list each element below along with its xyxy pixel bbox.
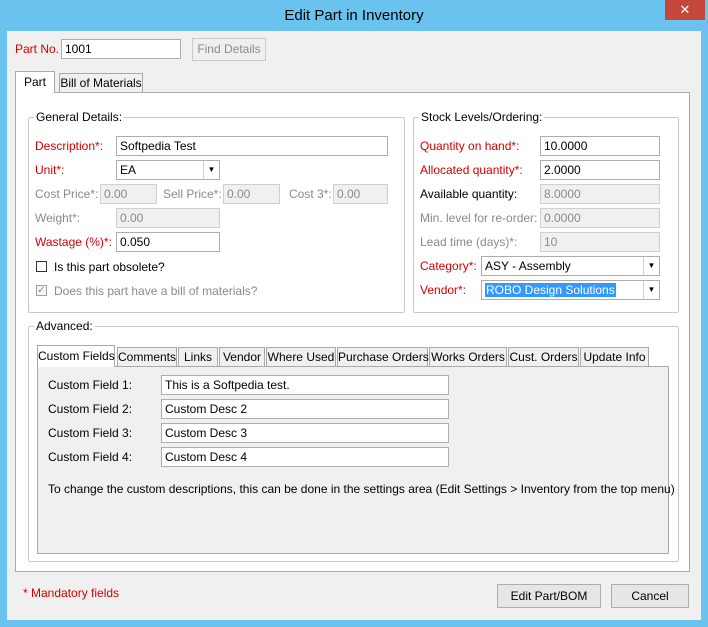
- part-no-label: Part No.: [15, 42, 60, 56]
- available-qty-label: Available quantity:: [420, 187, 518, 201]
- check-icon: ✓: [37, 285, 46, 296]
- custom-fields-panel: Custom Field 1: This is a Softpedia test…: [37, 366, 675, 554]
- sell-price-label: Sell Price*:: [163, 187, 222, 201]
- custom-field-label: Custom Field 3:: [48, 426, 133, 440]
- allocated-qty-input[interactable]: 2.0000: [540, 160, 660, 180]
- available-qty-input[interactable]: 8.0000: [540, 184, 660, 204]
- sell-price-input[interactable]: 0.00: [223, 184, 280, 204]
- qty-on-hand-input[interactable]: 10.0000: [540, 136, 660, 156]
- custom-field-label: Custom Field 1:: [48, 378, 133, 392]
- advanced-legend: Advanced:: [34, 319, 95, 333]
- category-label: Category*:: [420, 259, 477, 273]
- custom-field-input[interactable]: Custom Desc 3: [161, 423, 449, 443]
- close-button[interactable]: ✕: [665, 0, 705, 20]
- close-icon: ✕: [679, 2, 691, 17]
- tab-works-orders[interactable]: Works Orders: [429, 347, 507, 367]
- find-details-button[interactable]: Find Details: [192, 38, 266, 61]
- unit-value: EA: [120, 163, 137, 177]
- dialog-body: Part No. 1001 Find Details Part Bill of …: [7, 31, 701, 620]
- cost-price-input[interactable]: 0.00: [100, 184, 157, 204]
- bom-label: Does this part have a bill of materials?: [54, 284, 258, 298]
- stock-levels-legend: Stock Levels/Ordering:: [419, 110, 545, 124]
- tab-part[interactable]: Part: [15, 71, 55, 93]
- custom-field-input[interactable]: Custom Desc 2: [161, 399, 449, 419]
- custom-field-input[interactable]: This is a Softpedia test.: [161, 375, 449, 395]
- description-label: Description*:: [35, 139, 104, 153]
- general-details-legend: General Details:: [34, 110, 125, 124]
- edit-part-window: Edit Part in Inventory ✕ Part No. 1001 F…: [0, 0, 708, 627]
- tab-links[interactable]: Links: [178, 347, 218, 367]
- tab-purchase-orders[interactable]: Purchase Orders: [337, 347, 429, 367]
- allocated-qty-label: Allocated quantity*:: [420, 163, 523, 177]
- weight-input[interactable]: 0.00: [116, 208, 220, 228]
- cost-price-label: Cost Price*:: [35, 187, 99, 201]
- cancel-button[interactable]: Cancel: [611, 584, 689, 608]
- qty-on-hand-label: Quantity on hand*:: [420, 139, 520, 153]
- custom-field-input[interactable]: Custom Desc 4: [161, 447, 449, 467]
- category-select[interactable]: ASY - Assembly ▼: [481, 256, 660, 276]
- custom-field-label: Custom Field 2:: [48, 402, 133, 416]
- category-value: ASY - Assembly: [485, 259, 571, 273]
- tab-vendor[interactable]: Vendor: [219, 347, 265, 367]
- bom-checkbox[interactable]: ✓: [36, 285, 47, 296]
- tab-comments[interactable]: Comments: [117, 347, 177, 367]
- obsolete-label: Is this part obsolete?: [54, 260, 165, 274]
- unit-label: Unit*:: [35, 163, 65, 177]
- weight-label: Weight*:: [35, 211, 81, 225]
- custom-fields-note: To change the custom descriptions, this …: [48, 482, 675, 496]
- mandatory-note: * Mandatory fields: [23, 586, 120, 600]
- min-level-label: Min. level for re-order:: [420, 211, 538, 225]
- cost3-label: Cost 3*:: [289, 187, 332, 201]
- vendor-select[interactable]: ROBO Design Solutions ▼: [481, 280, 660, 300]
- title-bar[interactable]: Edit Part in Inventory ✕: [0, 0, 708, 32]
- cost3-input[interactable]: 0.00: [333, 184, 388, 204]
- lead-time-input[interactable]: 10: [540, 232, 660, 252]
- tab-update-info[interactable]: Update Info: [580, 347, 649, 367]
- chevron-down-icon[interactable]: ▼: [643, 281, 659, 299]
- tab-bill-of-materials[interactable]: Bill of Materials: [59, 73, 143, 93]
- obsolete-checkbox[interactable]: [36, 261, 47, 272]
- tab-cust-orders[interactable]: Cust. Orders: [508, 347, 579, 367]
- wastage-label: Wastage (%)*:: [35, 235, 112, 249]
- vendor-value: ROBO Design Solutions: [485, 283, 616, 297]
- unit-select[interactable]: EA ▼: [116, 160, 220, 180]
- part-tab-panel: General Details: Description*: Softpedia…: [15, 92, 690, 572]
- part-no-input[interactable]: 1001: [61, 39, 181, 59]
- custom-field-label: Custom Field 4:: [48, 450, 133, 464]
- wastage-input[interactable]: 0.050: [116, 232, 220, 252]
- tab-where-used[interactable]: Where Used: [266, 347, 336, 367]
- lead-time-label: Lead time (days)*:: [420, 235, 518, 249]
- min-level-input[interactable]: 0.0000: [540, 208, 660, 228]
- description-input[interactable]: Softpedia Test: [116, 136, 388, 156]
- tab-custom-fields[interactable]: Custom Fields: [37, 345, 115, 367]
- chevron-down-icon[interactable]: ▼: [643, 257, 659, 275]
- vendor-label: Vendor*:: [420, 283, 467, 297]
- window-title: Edit Part in Inventory: [284, 7, 424, 24]
- edit-part-bom-button[interactable]: Edit Part/BOM: [497, 584, 601, 608]
- chevron-down-icon[interactable]: ▼: [203, 161, 219, 179]
